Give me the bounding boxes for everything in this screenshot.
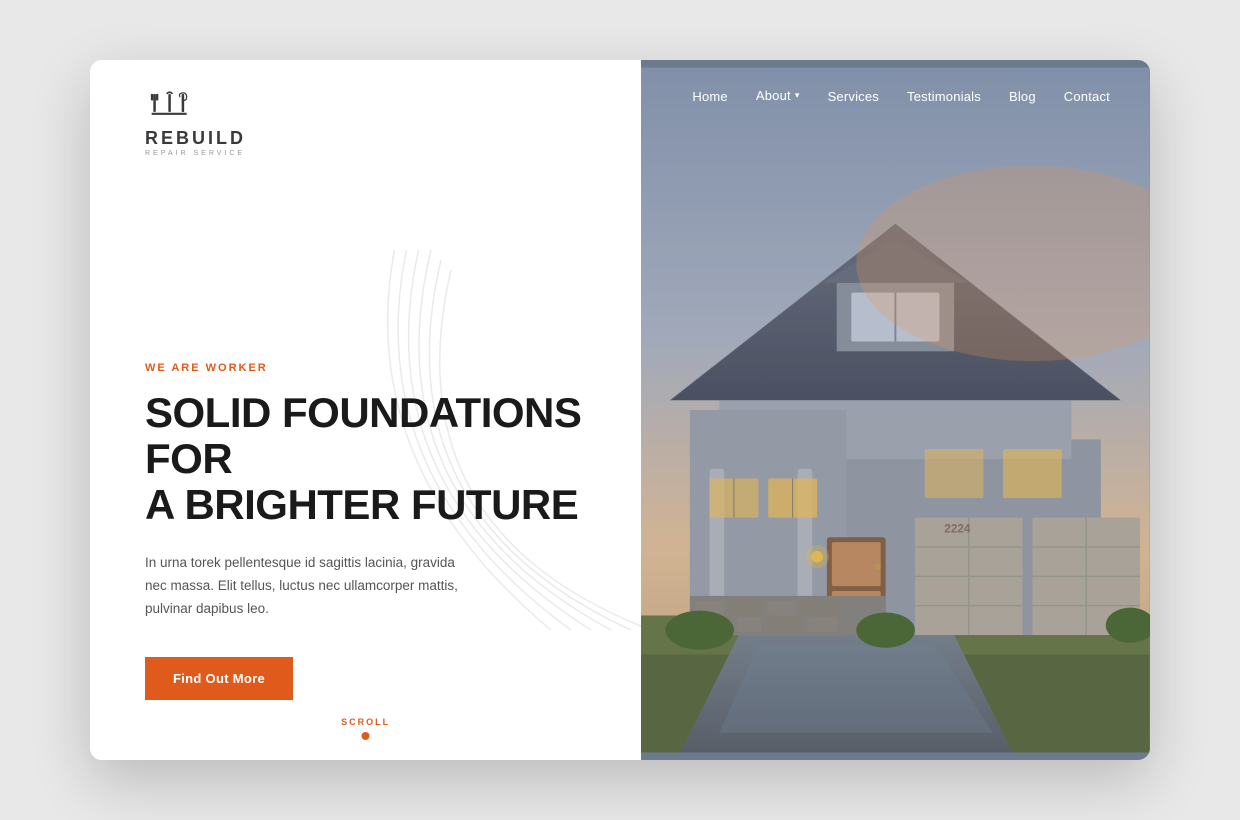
logo-area: REBUILD REPAIR SERVICE [145, 90, 591, 157]
nav-item-testimonials[interactable]: Testimonials [907, 88, 981, 106]
browser-window: REBUILD REPAIR SERVICE WE ARE WORKER SOL… [90, 60, 1150, 760]
nav-item-home[interactable]: Home [692, 88, 727, 106]
nav-link-testimonials[interactable]: Testimonials [907, 89, 981, 104]
logo-icon [145, 90, 195, 126]
nav-link-home[interactable]: Home [692, 89, 727, 104]
nav-link-contact[interactable]: Contact [1064, 89, 1110, 104]
hero-content: WE ARE WORKER SOLID FOUNDATIONS FOR A BR… [145, 362, 591, 720]
scroll-indicator: SCROLL [341, 717, 390, 740]
logo-svg [145, 90, 195, 126]
nav-links: Home About ▾ Services Testimonials Blog [692, 88, 1110, 106]
navbar: Home About ▾ Services Testimonials Blog [641, 60, 1150, 126]
cta-button[interactable]: Find Out More [145, 657, 293, 700]
scroll-dot [362, 732, 370, 740]
hero-title: SOLID FOUNDATIONS FOR A BRIGHTER FUTURE [145, 390, 591, 529]
nav-item-about[interactable]: About ▾ [756, 88, 800, 106]
about-dropdown-arrow: ▾ [795, 90, 800, 101]
nav-link-blog[interactable]: Blog [1009, 89, 1036, 104]
nav-link-about[interactable]: About ▾ [756, 88, 800, 103]
right-panel: 2224 [641, 60, 1150, 760]
house-image: 2224 [641, 60, 1150, 760]
logo-subtitle: REPAIR SERVICE [145, 150, 245, 157]
tagline-label: WE ARE WORKER [145, 362, 591, 374]
nav-item-services[interactable]: Services [828, 88, 879, 106]
nav-item-contact[interactable]: Contact [1064, 88, 1110, 106]
left-panel: REBUILD REPAIR SERVICE WE ARE WORKER SOL… [90, 60, 641, 760]
hero-description: In urna torek pellentesque id sagittis l… [145, 552, 475, 621]
nav-link-services[interactable]: Services [828, 89, 879, 104]
logo-brand: REBUILD [145, 128, 246, 149]
scroll-text: SCROLL [341, 717, 390, 727]
nav-item-blog[interactable]: Blog [1009, 88, 1036, 106]
